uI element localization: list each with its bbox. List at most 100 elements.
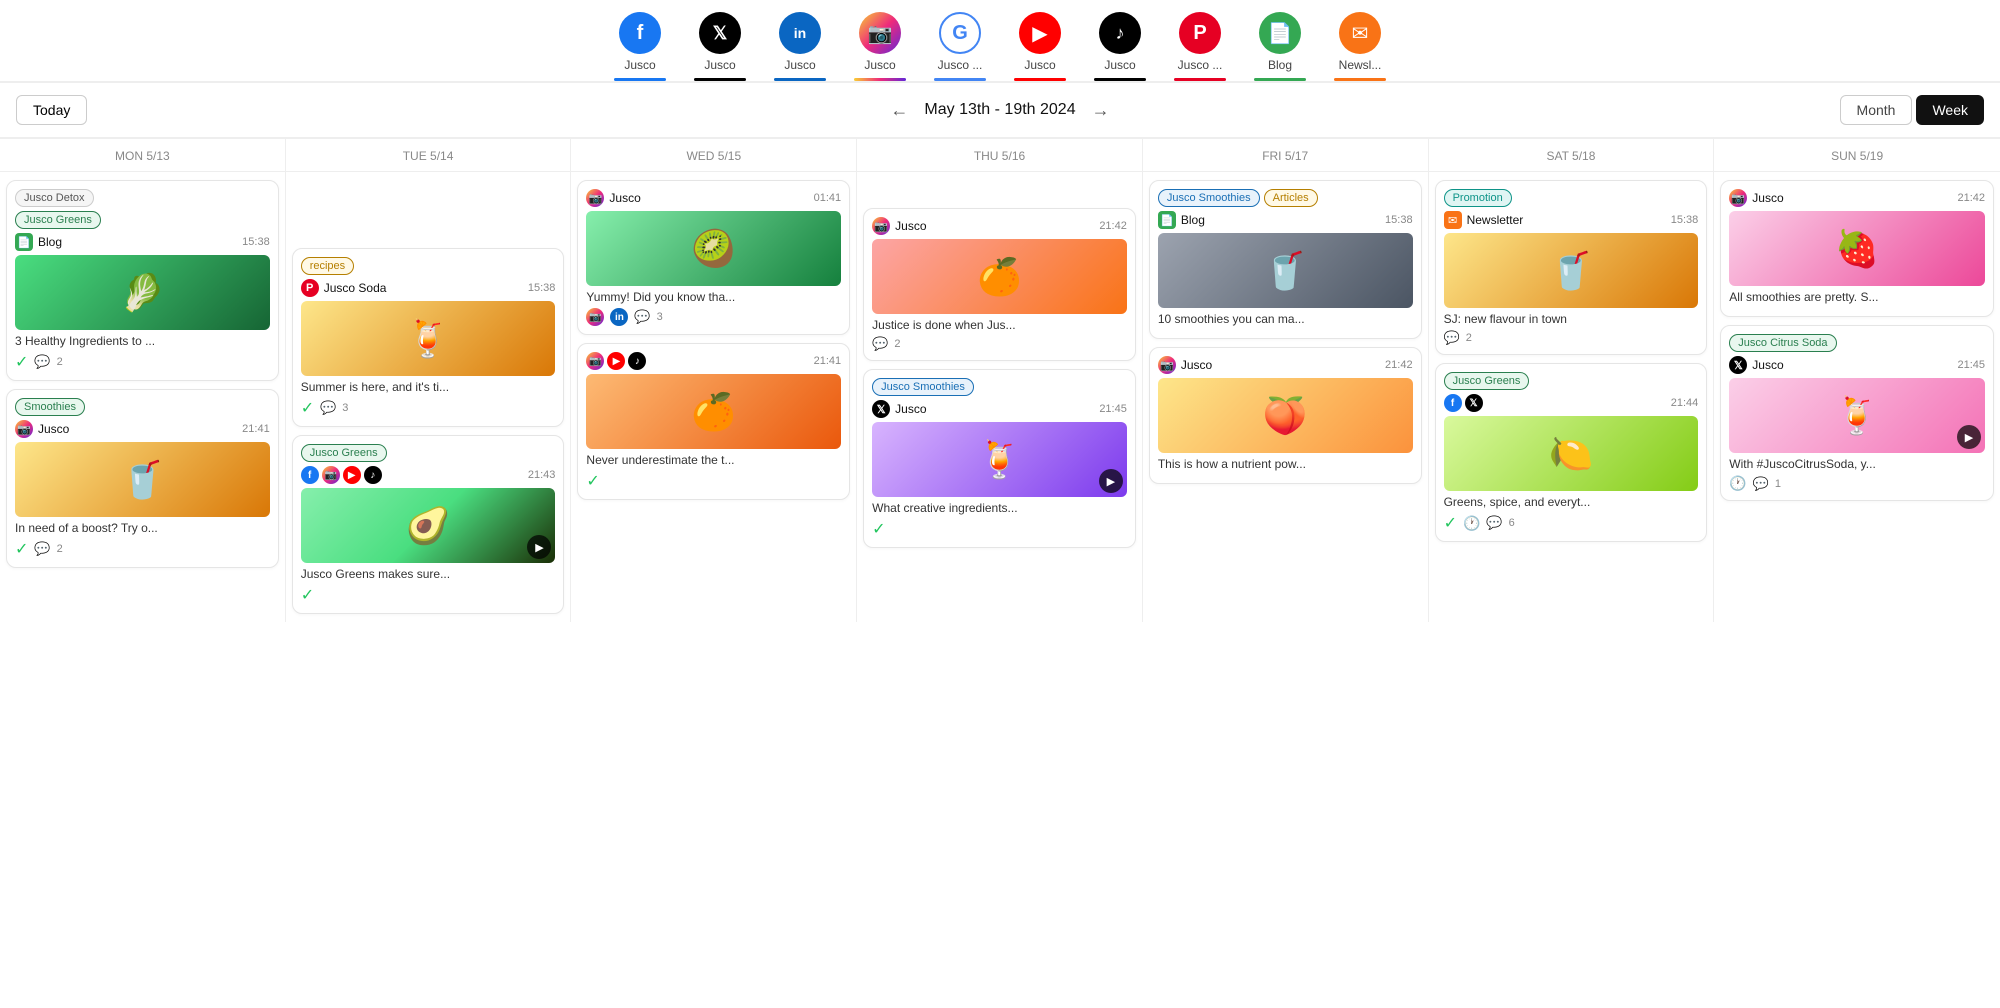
platform-label: Jusco Soda bbox=[324, 281, 387, 295]
card[interactable]: Jusco Detox Jusco Greens 📄 Blog 15:38 🥬 … bbox=[6, 180, 279, 381]
video-badge: ▶ bbox=[1957, 425, 1981, 449]
card-time: 15:38 bbox=[1671, 214, 1699, 226]
card[interactable]: Jusco Smoothies Articles 📄 Blog 15:38 🥤 … bbox=[1149, 180, 1422, 339]
nav-item-youtube[interactable]: ▶ Jusco bbox=[1000, 12, 1080, 81]
card-text: SJ: new flavour in town bbox=[1444, 312, 1699, 326]
week-label: May 13th - 19th 2024 bbox=[924, 101, 1075, 119]
card-text: This is how a nutrient pow... bbox=[1158, 457, 1413, 471]
google-icon: G bbox=[939, 12, 981, 54]
check-mark: ✓ bbox=[15, 352, 28, 372]
card-image: 🥬 bbox=[15, 255, 270, 330]
card-time: 15:38 bbox=[242, 236, 270, 248]
nav-item-newsletter[interactable]: ✉ Newsl... bbox=[1320, 12, 1400, 81]
week-view-button[interactable]: Week bbox=[1916, 95, 1984, 125]
linkedin-icon: in bbox=[779, 12, 821, 54]
nav-item-linkedin[interactable]: in Jusco bbox=[760, 12, 840, 81]
nav-label-youtube: Jusco bbox=[1024, 58, 1055, 72]
card[interactable]: 📷 Jusco 01:41 🥝 Yummy! Did you know tha.… bbox=[577, 180, 850, 335]
card-text: Justice is done when Jus... bbox=[872, 318, 1127, 332]
card-text: 10 smoothies you can ma... bbox=[1158, 312, 1413, 326]
card-image: 🍊 bbox=[586, 374, 841, 449]
facebook-icon: f bbox=[619, 12, 661, 54]
card[interactable]: Jusco Greens f 📷 ▶ ♪ 21:43 🥑 ▶ Jusco Gre… bbox=[292, 435, 565, 614]
card-time: 21:44 bbox=[1671, 397, 1699, 409]
platform-label: Blog bbox=[38, 235, 62, 249]
comment-icon: 💬 bbox=[872, 336, 888, 352]
card-image: 🥤 bbox=[1158, 233, 1413, 308]
tag-jusco-smoothies: Jusco Smoothies bbox=[872, 378, 974, 396]
nav-item-facebook[interactable]: f Jusco bbox=[600, 12, 680, 81]
card[interactable]: 📷 ▶ ♪ 21:41 🍊 Never underestimate the t.… bbox=[577, 343, 850, 500]
check-mark: ✓ bbox=[15, 539, 28, 559]
card[interactable]: Promotion ✉ Newsletter 15:38 🥤 SJ: new f… bbox=[1435, 180, 1708, 355]
comment-count: 2 bbox=[894, 338, 900, 350]
tw-platform-icon: 𝕏 bbox=[872, 400, 890, 418]
card[interactable]: Smoothies 📷 Jusco 21:41 🥤 In need of a b… bbox=[6, 389, 279, 568]
day-header-fri: FRI 5/17 bbox=[1143, 139, 1428, 172]
card-time: 21:42 bbox=[1385, 359, 1413, 371]
ig-platform-icon: 📷 bbox=[586, 189, 604, 207]
day-header-wed: WED 5/15 bbox=[571, 139, 856, 172]
yt-icon: ▶ bbox=[343, 466, 361, 484]
card-time: 01:41 bbox=[814, 192, 842, 204]
tag-jusco-detox: Jusco Detox bbox=[15, 189, 94, 207]
card-image: 🍹 ▶ bbox=[872, 422, 1127, 497]
card-image: 🥤 bbox=[15, 442, 270, 517]
ig-platform-icon: 📷 bbox=[872, 217, 890, 235]
platform-label: Newsletter bbox=[1467, 213, 1524, 227]
nav-item-pinterest[interactable]: P Jusco ... bbox=[1160, 12, 1240, 81]
card-image: 🥝 bbox=[586, 211, 841, 286]
nav-label-linkedin: Jusco bbox=[784, 58, 815, 72]
card[interactable]: Jusco Smoothies 𝕏 Jusco 21:45 🍹 ▶ What c… bbox=[863, 369, 1136, 548]
card-text: Never underestimate the t... bbox=[586, 453, 841, 467]
youtube-underline bbox=[1014, 78, 1066, 81]
month-view-button[interactable]: Month bbox=[1840, 95, 1913, 125]
video-badge: ▶ bbox=[1099, 469, 1123, 493]
next-week-button[interactable]: → bbox=[1092, 100, 1110, 121]
comment-icon: 💬 bbox=[320, 400, 336, 416]
card-image: 🍓 bbox=[1729, 211, 1985, 286]
tw-platform-icon: 𝕏 bbox=[1729, 356, 1747, 374]
day-column-mon: MON 5/13 Jusco Detox Jusco Greens 📄 Blog… bbox=[0, 139, 286, 622]
twitter-icon: 𝕏 bbox=[699, 12, 741, 54]
tag-articles: Articles bbox=[1264, 189, 1318, 207]
check-mark: ✓ bbox=[586, 471, 599, 491]
ig-icon: 📷 bbox=[322, 466, 340, 484]
ig-platform-icon: 📷 bbox=[1158, 356, 1176, 374]
card-image: 🍊 bbox=[872, 239, 1127, 314]
card[interactable]: Jusco Greens f 𝕏 21:44 🍋 Greens, spice, … bbox=[1435, 363, 1708, 542]
nav-item-tiktok[interactable]: ♪ Jusco bbox=[1080, 12, 1160, 81]
nav-item-google[interactable]: G Jusco ... bbox=[920, 12, 1000, 81]
card[interactable]: Jusco Citrus Soda 𝕏 Jusco 21:45 🍹 ▶ With… bbox=[1720, 325, 1994, 501]
clock-icon: 🕐 bbox=[1463, 515, 1480, 532]
nav-item-twitter[interactable]: 𝕏 Jusco bbox=[680, 12, 760, 81]
yt-icon: ▶ bbox=[607, 352, 625, 370]
prev-week-button[interactable]: ← bbox=[890, 100, 908, 121]
day-header-thu: THU 5/16 bbox=[857, 139, 1142, 172]
instagram-underline bbox=[854, 78, 906, 81]
blog-underline bbox=[1254, 78, 1306, 81]
card[interactable]: 📷 Jusco 21:42 🍓 All smoothies are pretty… bbox=[1720, 180, 1994, 317]
card[interactable]: recipes P Jusco Soda 15:38 🍹 Summer is h… bbox=[292, 248, 565, 427]
today-button[interactable]: Today bbox=[16, 95, 87, 125]
card[interactable]: 📷 Jusco 21:42 🍑 This is how a nutrient p… bbox=[1149, 347, 1422, 484]
fb-icon: f bbox=[1444, 394, 1462, 412]
nav-label-google: Jusco ... bbox=[938, 58, 983, 72]
ig-icon: 📷 bbox=[586, 352, 604, 370]
tag-smoothies: Smoothies bbox=[15, 398, 85, 416]
day-header-tue: TUE 5/14 bbox=[286, 139, 571, 172]
nav-label-twitter: Jusco bbox=[704, 58, 735, 72]
card-time: 21:42 bbox=[1099, 220, 1127, 232]
card[interactable]: 📷 Jusco 21:42 🍊 Justice is done when Jus… bbox=[863, 208, 1136, 361]
clock-icon: 🕐 bbox=[1729, 475, 1746, 492]
check-mark: ✓ bbox=[872, 519, 885, 539]
day-column-tue: TUE 5/14 recipes P Jusco Soda 15:38 🍹 Su… bbox=[286, 139, 572, 622]
nav-item-instagram[interactable]: 📷 Jusco bbox=[840, 12, 920, 81]
blog-icon: 📄 bbox=[1259, 12, 1301, 54]
week-nav: ← May 13th - 19th 2024 → bbox=[890, 100, 1109, 121]
day-column-sun: SUN 5/19 📷 Jusco 21:42 🍓 All smoothies a… bbox=[1714, 139, 2000, 622]
nav-label-pinterest: Jusco ... bbox=[1178, 58, 1223, 72]
nav-item-blog[interactable]: 📄 Blog bbox=[1240, 12, 1320, 81]
day-column-sat: SAT 5/18 Promotion ✉ Newsletter 15:38 🥤 … bbox=[1429, 139, 1715, 622]
comment-count: 3 bbox=[342, 402, 348, 414]
